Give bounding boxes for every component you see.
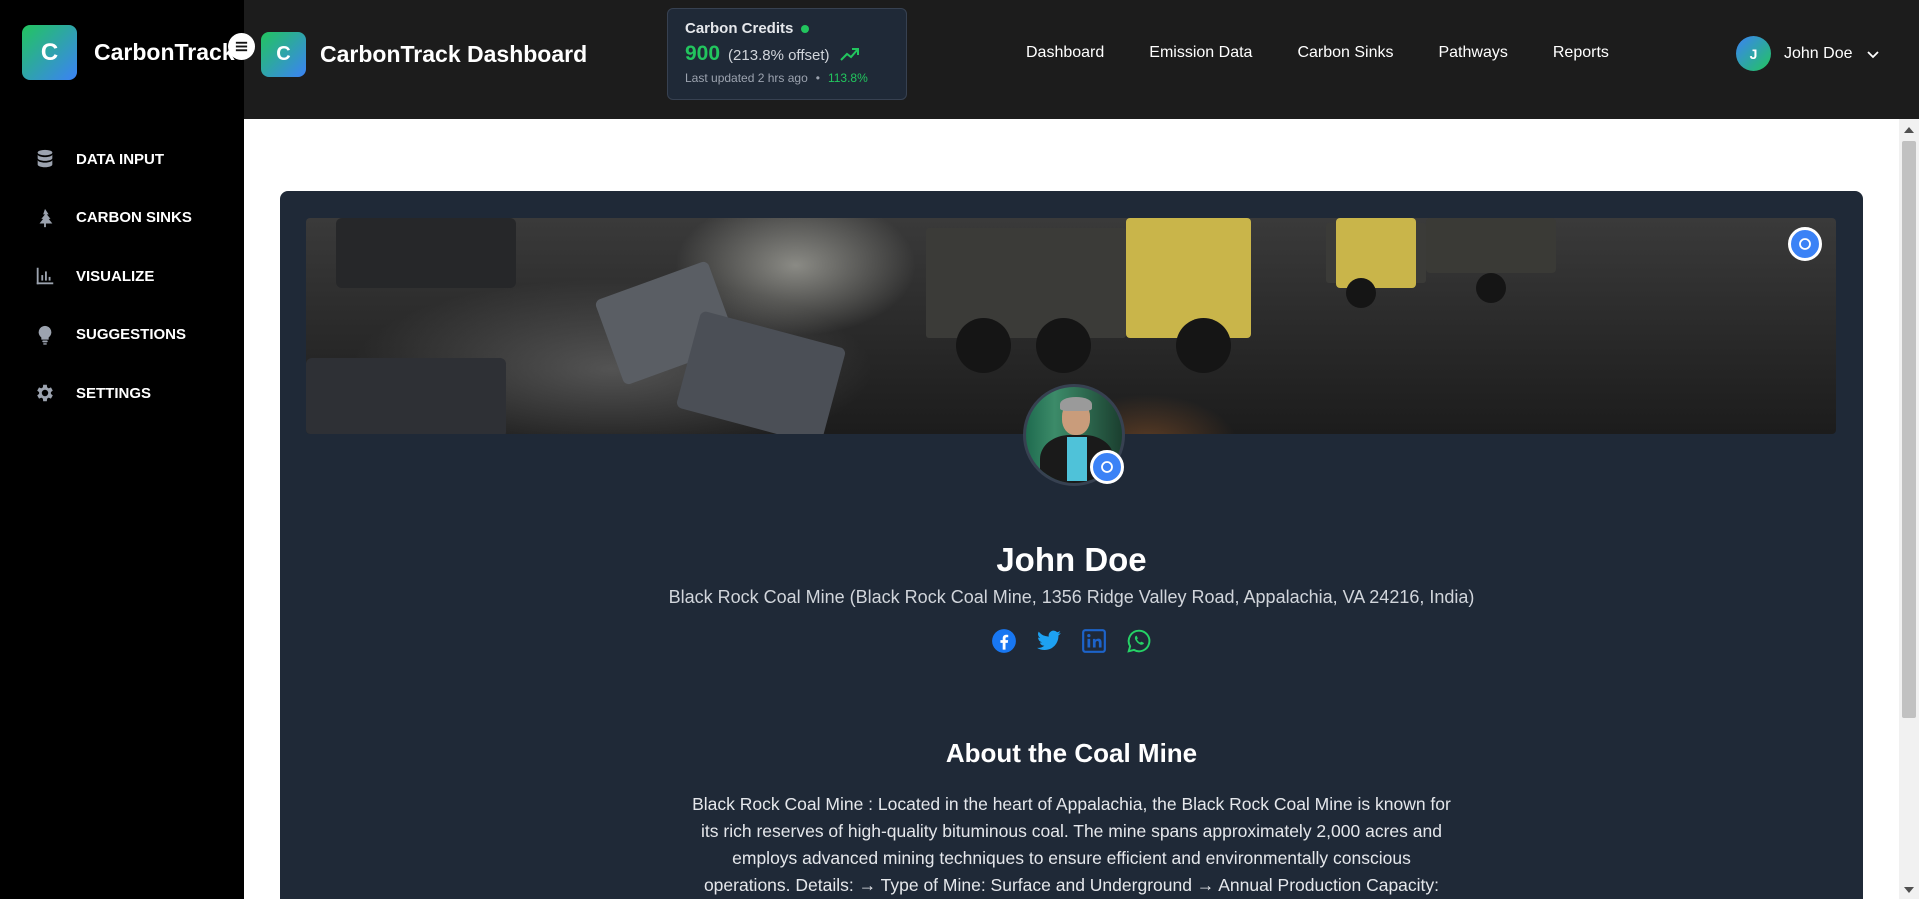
about-title: About the Coal Mine [945,738,1198,768]
nav-link-carbon-sinks[interactable]: Carbon Sinks [1297,44,1393,62]
nav-link-emission-data[interactable]: Emission Data [1149,44,1252,62]
hamburger-icon [235,41,248,52]
credits-separator: • [815,71,820,85]
brand-logo: C [22,25,77,80]
camera-icon [1799,238,1811,250]
credits-title: Carbon Credits [685,20,794,37]
credits-value: 900 [685,42,721,65]
about-text: Black Rock Coal Mine : Located in the he… [692,794,1451,895]
sidebar-item-visualize[interactable]: VISUALIZE [34,261,192,291]
lightbulb-icon [38,325,52,345]
whatsapp-icon [1127,629,1151,653]
profile-name: John Doe [996,541,1147,578]
bar-chart-icon [36,267,54,285]
sidebar-item-data-input[interactable]: DATA INPUT [34,144,192,174]
user-name: John Doe [1784,44,1853,62]
camera-icon [1101,461,1113,473]
page-scrollbar[interactable] [1899,119,1919,899]
profile-card: John Doe Black Rock Coal Mine (Black Roc… [280,191,1863,899]
chevron-down-icon [1866,50,1879,58]
profile-location: Black Rock Coal Mine (Black Rock Coal Mi… [668,587,1475,607]
menu-toggle-button[interactable] [228,33,255,60]
gear-icon [37,384,53,402]
page-title: CarbonTrack Dashboard [320,41,588,67]
nav-link-reports[interactable]: Reports [1553,44,1609,62]
credits-footer: Last updated 2 hrs ago • 113.8% [685,71,889,85]
sidebar-brand[interactable]: C CarbonTrack [22,25,235,80]
tree-icon [39,208,53,227]
top-nav: Dashboard Emission Data Carbon Sinks Pat… [1026,44,1654,62]
credits-updated: Last updated 2 hrs ago [685,71,808,85]
sidebar-item-label: VISUALIZE [76,267,155,285]
twitter-link[interactable] [1036,628,1062,654]
change-avatar-button[interactable] [1090,450,1124,484]
sidebar-item-label: SETTINGS [76,384,152,402]
trending-up-icon [839,48,859,61]
carbon-credits-widget[interactable]: Carbon Credits 900 (213.8% offset) Last … [667,8,907,100]
user-menu[interactable]: J John Doe [1736,36,1881,71]
sidebar-item-settings[interactable]: SETTINGS [34,378,192,408]
change-cover-button[interactable] [1788,227,1822,261]
top-header: C CarbonTrack Dashboard Carbon Credits 9… [244,0,1919,119]
status-dot-icon [801,24,810,33]
credits-offset: (213.8% offset) [728,47,830,64]
user-avatar: J [1736,36,1771,71]
sidebar: C CarbonTrack DATA INPUT CARBON SINKS VI… [0,0,244,899]
scroll-up-arrow-icon[interactable] [1904,127,1914,133]
sidebar-item-carbon-sinks[interactable]: CARBON SINKS [34,203,192,233]
linkedin-link[interactable] [1081,628,1107,654]
sidebar-item-suggestions[interactable]: SUGGESTIONS [34,320,192,350]
nav-link-pathways[interactable]: Pathways [1438,44,1507,62]
header-brand[interactable]: C CarbonTrack Dashboard [261,32,587,77]
brand-name: CarbonTrack [94,39,235,65]
credits-change: 113.8% [827,71,868,85]
sidebar-item-label: SUGGESTIONS [76,326,187,343]
facebook-link[interactable] [991,628,1017,654]
whatsapp-link[interactable] [1126,628,1152,654]
social-links [991,628,1171,654]
facebook-icon [992,629,1016,653]
credits-title-row: Carbon Credits [685,20,889,37]
sidebar-item-label: CARBON SINKS [76,209,192,226]
nav-link-dashboard[interactable]: Dashboard [1026,44,1104,62]
database-icon [37,149,53,168]
scroll-down-arrow-icon[interactable] [1904,887,1914,893]
scroll-thumb[interactable] [1902,141,1916,718]
linkedin-icon [1082,629,1106,653]
header-logo: C [261,32,306,77]
sidebar-item-label: DATA INPUT [76,150,165,168]
credits-value-row: 900 (213.8% offset) [685,42,889,66]
sidebar-nav: DATA INPUT CARBON SINKS VISUALIZE SUGGES… [34,144,192,437]
twitter-icon [1037,630,1061,650]
